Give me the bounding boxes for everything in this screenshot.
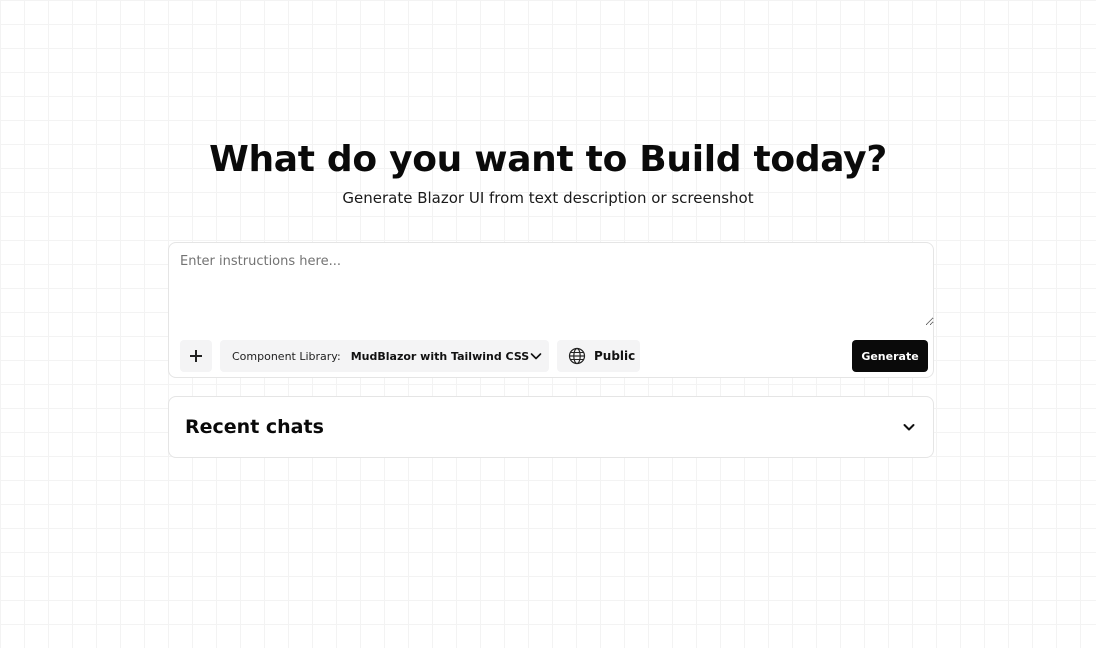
- globe-icon: [568, 347, 586, 365]
- visibility-button[interactable]: Public: [557, 340, 640, 372]
- instructions-input[interactable]: [170, 244, 934, 326]
- chevron-down-icon[interactable]: [901, 419, 917, 435]
- chevron-down-icon: [529, 348, 543, 364]
- plus-icon: [190, 350, 202, 362]
- prompt-card: Component Library: MudBlazor with Tailwi…: [168, 242, 934, 378]
- page-subtitle: Generate Blazor UI from text description…: [342, 189, 754, 207]
- component-library-value: MudBlazor with Tailwind CSS: [350, 349, 530, 363]
- attach-button[interactable]: [180, 340, 212, 372]
- component-library-label: Component Library:: [232, 349, 341, 363]
- page-title: What do you want to Build today?: [209, 139, 887, 180]
- generate-button[interactable]: Generate: [852, 340, 928, 372]
- visibility-label: Public: [594, 349, 636, 363]
- component-library-select[interactable]: Component Library: MudBlazor with Tailwi…: [220, 340, 549, 372]
- recent-chats-panel[interactable]: Recent chats: [168, 396, 934, 458]
- recent-chats-title: Recent chats: [185, 416, 324, 438]
